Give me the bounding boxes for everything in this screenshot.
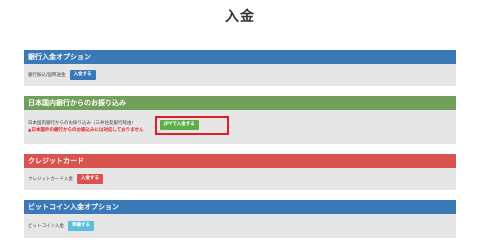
- credit-card-deposit-button[interactable]: 入金する: [77, 174, 103, 184]
- domestic-transfer-header: 日本国内銀行からのお振り込み: [24, 96, 456, 110]
- credit-card-header: クレジットカード: [24, 154, 456, 168]
- credit-card-label: クレジットカード入金: [28, 177, 73, 182]
- bitcoin-prepare-button[interactable]: 準備する: [68, 221, 94, 231]
- bank-transfer-label: 銀行振込/国際送金: [28, 73, 66, 78]
- jpy-deposit-button[interactable]: JPYで入金する: [160, 120, 199, 130]
- bank-options-panel: 銀行入金オプション 銀行振込/国際送金 入金する: [24, 50, 456, 86]
- bitcoin-panel: ビットコイン入金オプション ビットコイン入金 準備する: [24, 200, 456, 238]
- page-title: 入金: [225, 9, 255, 25]
- bitcoin-header: ビットコイン入金オプション: [24, 200, 456, 214]
- jpy-deposit-highlight: JPYで入金する: [155, 116, 229, 135]
- bank-options-header: 銀行入金オプション: [24, 50, 456, 64]
- bank-deposit-button[interactable]: 入金する: [69, 70, 96, 80]
- domestic-transfer-panel: 日本国内銀行からのお振り込み 日本国内銀行からのお振り込み（三井住友銀行経由） …: [24, 96, 456, 144]
- bitcoin-label: ビットコイン入金: [28, 224, 64, 229]
- credit-card-panel: クレジットカード クレジットカード入金 入金する: [24, 154, 456, 190]
